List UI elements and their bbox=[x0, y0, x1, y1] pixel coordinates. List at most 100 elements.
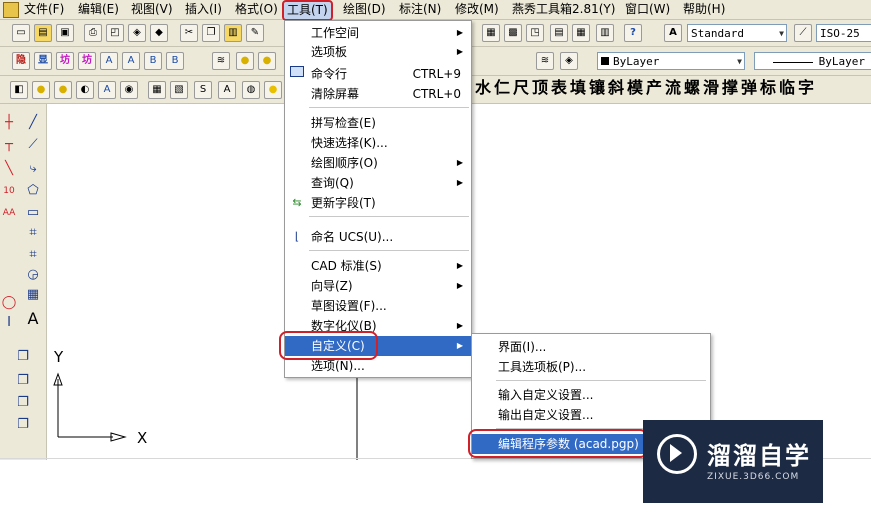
table-icon[interactable]: ▦ bbox=[24, 286, 42, 304]
color-combo[interactable]: ByLayer ▼ bbox=[597, 52, 745, 70]
custom-tool-icon-6[interactable]: ◉ bbox=[120, 81, 138, 99]
layer-tool-button-1[interactable]: 坊 bbox=[56, 52, 74, 70]
menu-item-palettes[interactable]: 选项板 ▶ bbox=[285, 42, 471, 62]
custom-tool-icon-5[interactable]: A bbox=[98, 81, 116, 99]
menu-item-draw-order[interactable]: 绘图顺序(O) ▶ bbox=[285, 153, 471, 173]
menu-item-drafting-settings[interactable]: 草图设置(F)... bbox=[285, 296, 471, 316]
yanxiu-tool-strip[interactable]: 水仁尺顶表填镶斜模产流螺滑撑弹标临字 bbox=[475, 76, 871, 100]
custom-tool-icon-2[interactable]: ● bbox=[32, 81, 50, 99]
layer-b2-icon[interactable]: B bbox=[166, 52, 184, 70]
dim-aligned-icon[interactable]: ┬ bbox=[0, 136, 18, 154]
custom-tool-icon-10[interactable]: A bbox=[218, 81, 236, 99]
menu-format[interactable]: 格式(O) bbox=[235, 2, 278, 17]
layer-a2-icon[interactable]: A bbox=[122, 52, 140, 70]
layer-freeze-icon[interactable]: ● bbox=[258, 52, 276, 70]
polygon-icon[interactable]: ⬠ bbox=[24, 182, 42, 200]
ellipse-icon[interactable]: I bbox=[0, 314, 18, 332]
hide-layer-button[interactable]: 隐 bbox=[12, 52, 30, 70]
app-icon[interactable] bbox=[3, 2, 19, 18]
array-icon[interactable]: ❐ bbox=[14, 416, 32, 434]
mirror-icon[interactable]: ❐ bbox=[14, 372, 32, 390]
menu-item-named-ucs[interactable]: ⌊ 命名 UCS(U)... bbox=[285, 227, 471, 247]
menu-tools[interactable]: 工具(T) bbox=[282, 0, 333, 21]
linetype-combo[interactable]: ByLayer bbox=[754, 52, 871, 70]
save-icon[interactable]: ▣ bbox=[56, 24, 74, 42]
custom-tool-icon-1[interactable]: ◧ bbox=[10, 81, 28, 99]
custom-tool-icon-12[interactable]: ● bbox=[264, 81, 282, 99]
menu-item-workspace[interactable]: 工作空间 ▶ bbox=[285, 23, 471, 43]
custom-tool-icon-3[interactable]: ● bbox=[54, 81, 72, 99]
open-file-icon[interactable]: ▤ bbox=[34, 24, 52, 42]
custom-tool-icon-4[interactable]: ◐ bbox=[76, 81, 94, 99]
construction-line-icon[interactable]: ⟋ bbox=[24, 136, 42, 154]
dim-radius-icon[interactable]: 10 bbox=[0, 182, 18, 200]
cut-icon[interactable]: ✂ bbox=[180, 24, 198, 42]
layer-b-icon[interactable]: B bbox=[144, 52, 162, 70]
hatch-icon[interactable]: ⌗ bbox=[24, 224, 42, 242]
menu-item-command-line[interactable]: 命令行 CTRL+9 bbox=[285, 64, 471, 84]
paste-icon[interactable]: ▥ bbox=[224, 24, 242, 42]
dim-angular-icon[interactable]: ╲ bbox=[0, 160, 18, 178]
quickcalc-icon[interactable]: ▦ bbox=[572, 24, 590, 42]
copy-icon[interactable]: ❐ bbox=[202, 24, 220, 42]
circle-icon[interactable]: ◯ bbox=[0, 294, 18, 312]
custom-tool-icon-7[interactable]: ▦ bbox=[148, 81, 166, 99]
menu-file[interactable]: 文件(F) bbox=[24, 2, 64, 17]
menu-yanxiu-toolbox[interactable]: 燕秀工具箱2.81(Y) bbox=[512, 2, 615, 17]
sheetset-icon[interactable]: ▩ bbox=[504, 24, 522, 42]
offset-icon[interactable]: ❐ bbox=[14, 394, 32, 412]
menu-item-update-fields[interactable]: ⇆ 更新字段(T) bbox=[285, 193, 471, 213]
custom-tool-icon-8[interactable]: ▧ bbox=[170, 81, 188, 99]
layer-a-icon[interactable]: A bbox=[100, 52, 118, 70]
polyline-icon[interactable]: ⤷ bbox=[24, 160, 42, 178]
menu-item-interface[interactable]: 界面(I)... bbox=[472, 337, 710, 357]
print-icon[interactable]: ⎙ bbox=[84, 24, 102, 42]
layer-manager-icon[interactable]: ≋ bbox=[212, 52, 230, 70]
help-icon[interactable]: ? bbox=[624, 24, 642, 42]
new-file-icon[interactable]: ▭ bbox=[12, 24, 30, 42]
menu-window[interactable]: 窗口(W) bbox=[625, 2, 670, 17]
copy-object-icon[interactable]: ❐ bbox=[14, 348, 32, 366]
text-style-icon[interactable]: A bbox=[664, 24, 682, 42]
toolpalette-icon[interactable]: ▦ bbox=[482, 24, 500, 42]
menu-item-spelling[interactable]: 拼写检查(E) bbox=[285, 113, 471, 133]
gradient-icon[interactable]: ⌗ bbox=[24, 246, 42, 264]
menu-item-inquiry[interactable]: 查询(Q) ▶ bbox=[285, 173, 471, 193]
menu-item-quick-select[interactable]: 快速选择(K)... bbox=[285, 133, 471, 153]
rectangle-icon[interactable]: ▭ bbox=[24, 204, 42, 222]
match-properties-icon[interactable]: ✎ bbox=[246, 24, 264, 42]
menu-insert[interactable]: 插入(I) bbox=[185, 2, 222, 17]
menu-item-wizards[interactable]: 向导(Z) ▶ bbox=[285, 276, 471, 296]
menu-draw[interactable]: 绘图(D) bbox=[343, 2, 386, 17]
layer-previous-icon[interactable]: ≋ bbox=[536, 52, 554, 70]
menu-help[interactable]: 帮助(H) bbox=[683, 2, 725, 17]
region-icon[interactable]: ◶ bbox=[24, 266, 42, 284]
preview-icon[interactable]: ◰ bbox=[106, 24, 124, 42]
menu-edit[interactable]: 编辑(E) bbox=[78, 2, 119, 17]
dim-style-combo[interactable]: ISO-25 bbox=[816, 24, 871, 42]
custom-tool-icon-9[interactable]: S bbox=[194, 81, 212, 99]
show-layer-button[interactable]: 显 bbox=[34, 52, 52, 70]
layer-tool-button-2[interactable]: 坊 bbox=[78, 52, 96, 70]
markup-icon[interactable]: ◳ bbox=[526, 24, 544, 42]
menu-item-clean-screen[interactable]: 清除屏幕 CTRL+0 bbox=[285, 84, 471, 104]
plot-icon[interactable]: ◆ bbox=[150, 24, 168, 42]
mtext-icon[interactable]: A bbox=[24, 310, 42, 328]
menu-item-tool-palettes[interactable]: 工具选项板(P)... bbox=[472, 357, 710, 377]
custom-tool-icon-11[interactable]: ◍ bbox=[242, 81, 260, 99]
publish-icon[interactable]: ◈ bbox=[128, 24, 146, 42]
dim-linear-icon[interactable]: ┼ bbox=[0, 114, 18, 132]
layer-state-icon[interactable]: ◈ bbox=[560, 52, 578, 70]
menu-item-import-customization[interactable]: 输入自定义设置... bbox=[472, 385, 710, 405]
layer-on-icon[interactable]: ● bbox=[236, 52, 254, 70]
dim-style-icon[interactable]: ⟋ bbox=[794, 24, 812, 42]
menu-modify[interactable]: 修改(M) bbox=[455, 2, 499, 17]
dim-text-icon[interactable]: AA bbox=[0, 204, 18, 222]
line-icon[interactable]: ╱ bbox=[24, 114, 42, 132]
menu-view[interactable]: 视图(V) bbox=[131, 2, 173, 17]
dbconnect-icon[interactable]: ▤ bbox=[550, 24, 568, 42]
text-style-combo[interactable]: Standard ▼ bbox=[687, 24, 787, 42]
menu-dimension[interactable]: 标注(N) bbox=[399, 2, 441, 17]
menu-item-cad-standards[interactable]: CAD 标准(S) ▶ bbox=[285, 256, 471, 276]
calculator-icon[interactable]: ▥ bbox=[596, 24, 614, 42]
